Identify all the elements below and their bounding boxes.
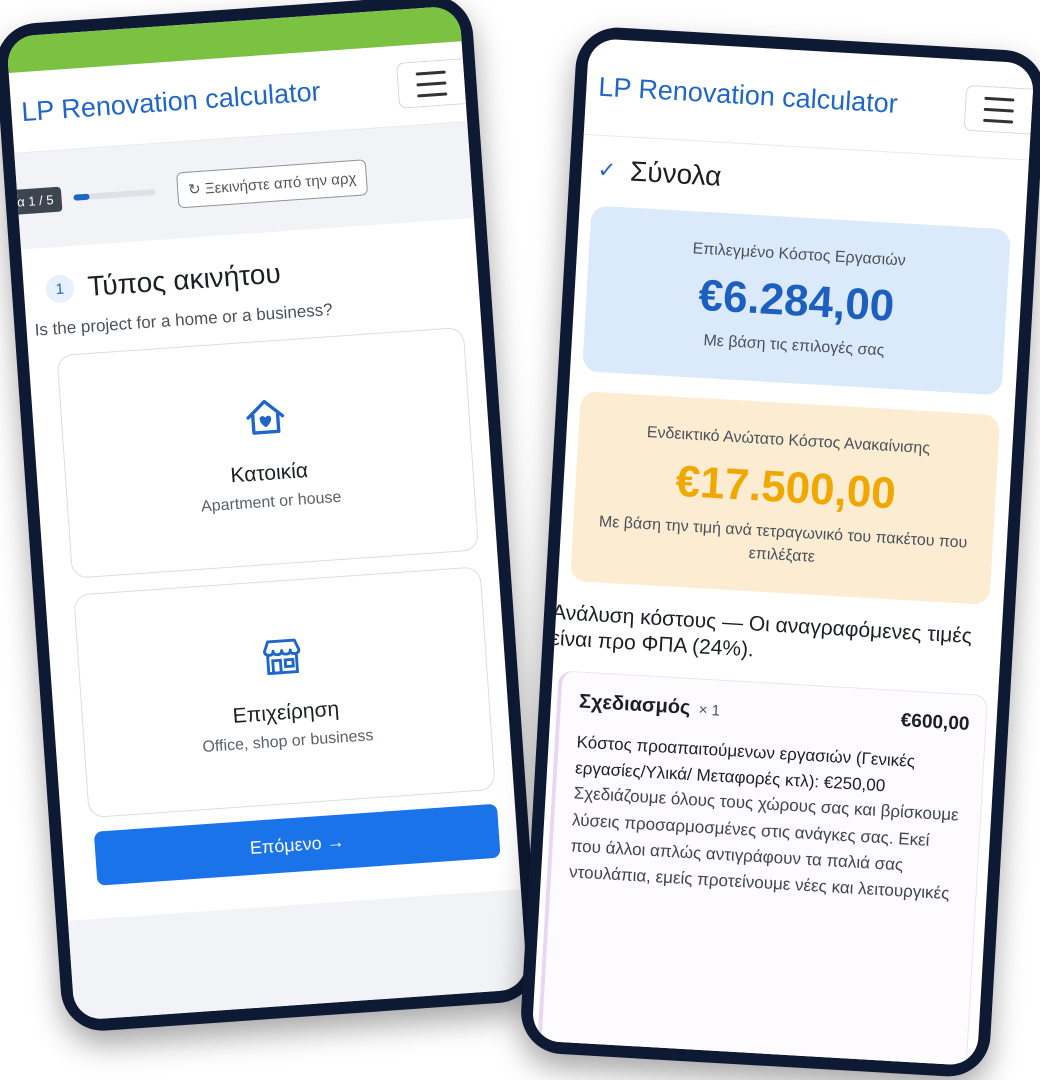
hamburger-icon[interactable]	[963, 84, 1034, 135]
progress-fill	[73, 193, 91, 201]
step-counter-badge: μα 1 / 5	[6, 186, 63, 216]
app-title[interactable]: LP Renovation calculator	[598, 71, 899, 119]
option-subtitle-business: Office, shop or business	[201, 727, 375, 757]
cost-item-card: Σχεδιασμός × 1 €600,00 Κόστος προαπαιτού…	[535, 670, 989, 1067]
phone-mockup-left: LP Renovation calculator μα 1 / 5 ↻ Ξεκι…	[0, 0, 541, 1034]
check-icon: ✓	[597, 156, 617, 183]
progress-track	[73, 189, 156, 201]
step-content: 1 Τύπος ακινήτου Is the project for a ho…	[21, 218, 519, 888]
max-cost-card: Ενδεικτικό Ανώτατο Κόστος Ανακαίνισης €1…	[569, 391, 1001, 605]
shop-icon	[262, 638, 301, 676]
step-title: Τύπος ακινήτου	[86, 257, 282, 302]
cost-item-price: €600,00	[900, 710, 970, 736]
cost-item-name: Σχεδιασμός	[578, 690, 692, 720]
cost-item-qty: × 1	[698, 701, 721, 721]
phone-mockup-right: LP Renovation calculator ✓ Σύνολα Επιλεγ…	[518, 25, 1040, 1079]
selected-cost-card: Επιλεγμένο Κόστος Εργασιών €6.284,00 Με …	[582, 205, 1011, 396]
house-heart-icon	[246, 399, 285, 435]
refresh-icon: ↻	[187, 180, 202, 199]
option-card-business[interactable]: Επιχείρηση Office, shop or business	[73, 566, 496, 819]
option-title-business: Επιχείρηση	[232, 697, 340, 728]
option-title-home: Κατοικία	[229, 459, 309, 488]
totals-title: Σύνολα	[629, 155, 723, 192]
option-subtitle-home: Apartment or house	[200, 488, 342, 516]
restart-button[interactable]: ↻ Ξεκινήστε από την αρχ	[175, 159, 369, 209]
cost-item-description: Σχεδιάζουμε όλους τους χώρους σας και βρ…	[568, 783, 960, 904]
phone-screen-right: LP Renovation calculator ✓ Σύνολα Επιλεγ…	[531, 37, 1035, 1067]
phone-screen-left: LP Renovation calculator μα 1 / 5 ↻ Ξεκι…	[6, 5, 528, 1021]
next-button[interactable]: Επόμενο →	[93, 803, 501, 886]
step-number: 1	[44, 273, 75, 304]
page-footer-area	[67, 889, 528, 1021]
hamburger-icon[interactable]	[395, 58, 466, 109]
restart-label: Ξεκινήστε από την αρχ	[204, 169, 357, 198]
app-title[interactable]: LP Renovation calculator	[20, 76, 321, 128]
option-card-home[interactable]: Κατοικία Apartment or house	[56, 326, 480, 579]
cost-item-header: Σχεδιασμός × 1 €600,00	[578, 691, 970, 736]
